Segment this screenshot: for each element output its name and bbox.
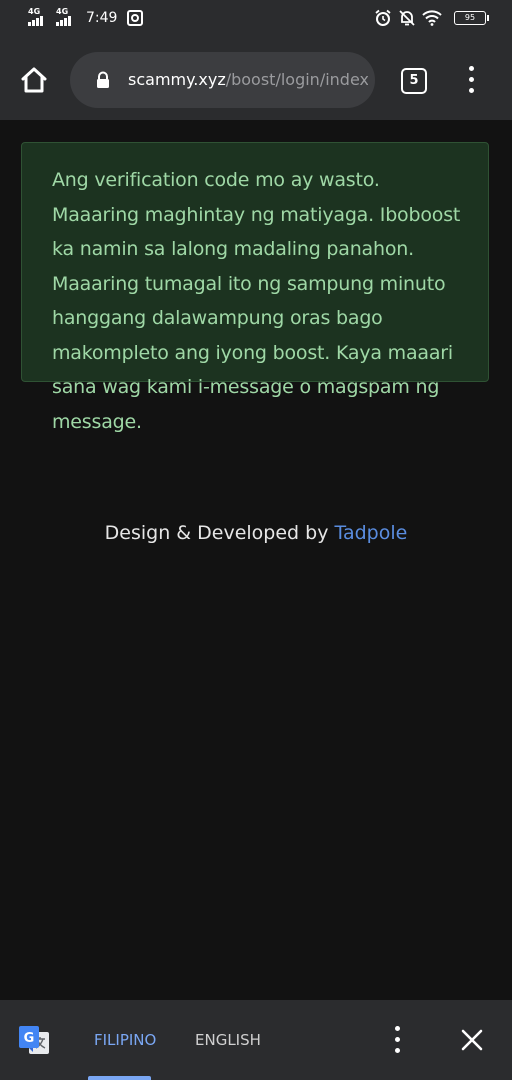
translate-bar: G FILIPINO ENGLISH [0, 1000, 512, 1080]
mute-icon [399, 10, 415, 26]
success-alert: Ang verification code mo ay wasto. Maaar… [21, 142, 489, 433]
signal-icon: 4G [56, 8, 78, 28]
credit-prefix: Design & Developed by [104, 522, 335, 544]
more-vert-icon[interactable] [390, 1026, 406, 1054]
google-translate-icon: G [19, 1026, 49, 1054]
signal-icon: 4G [28, 8, 50, 28]
browser-toolbar: scammy.xyz/boost/login/index.p 5 [0, 40, 512, 120]
lock-icon [97, 71, 109, 88]
status-right: 95 [374, 9, 489, 27]
home-icon[interactable] [18, 64, 50, 96]
more-vert-icon[interactable] [462, 66, 482, 94]
status-left: 4G 4G 7:49 [28, 8, 144, 28]
tab-filipino[interactable]: FILIPINO [94, 1030, 156, 1050]
url-path: /boost/login/index.p [225, 70, 368, 89]
status-time: 7:49 [86, 10, 118, 26]
close-icon[interactable] [460, 1028, 484, 1052]
url-text[interactable]: scammy.xyz/boost/login/index.p [128, 52, 368, 108]
alarm-icon [375, 9, 391, 26]
selected-tab-indicator [88, 1076, 151, 1080]
page-content: Ang verification code mo ay wasto. Maaar… [0, 120, 512, 1000]
battery-level: 95 [464, 13, 476, 22]
status-bar: 4G 4G 7:49 95 [0, 0, 512, 40]
svg-text:G: G [24, 1031, 35, 1046]
footer-credit: Design & Developed by Tadpole [0, 522, 512, 544]
wifi-icon [422, 10, 442, 26]
alert-message: Ang verification code mo ay wasto. Maaar… [52, 169, 461, 433]
url-domain: scammy.xyz [128, 70, 226, 89]
battery-icon: 95 [454, 11, 489, 25]
instagram-icon [127, 10, 144, 26]
tab-count: 5 [409, 73, 419, 88]
tab-english[interactable]: ENGLISH [195, 1030, 261, 1050]
address-bar[interactable]: scammy.xyz/boost/login/index.p [70, 52, 375, 108]
network-type-2: 4G [56, 7, 69, 16]
credit-link[interactable]: Tadpole [335, 522, 408, 544]
tabs-button[interactable]: 5 [401, 68, 427, 94]
network-type-1: 4G [28, 7, 41, 16]
